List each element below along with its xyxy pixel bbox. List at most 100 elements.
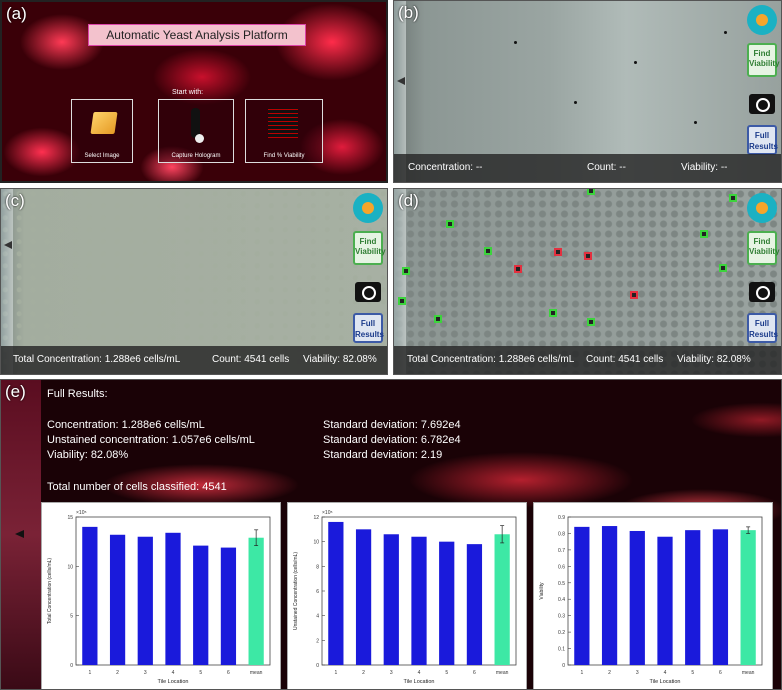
panel-a-home-screen: (a) Automatic Yeast Analysis Platform St… xyxy=(0,0,388,183)
mean-bar xyxy=(494,534,510,665)
grid-icon xyxy=(268,108,298,138)
panel-label: (b) xyxy=(398,3,419,22)
x-tick-label: 2 xyxy=(116,670,119,676)
live-cell-box xyxy=(484,247,492,255)
arrow-marker-icon xyxy=(4,241,12,249)
count-value: Count: -- xyxy=(587,162,626,173)
x-tick-label: mean xyxy=(742,670,755,676)
find-viability-label: Find % Viability xyxy=(263,153,305,159)
mean-bar xyxy=(740,530,756,665)
x-axis-label: Tile Location xyxy=(650,679,681,685)
mean-bar xyxy=(248,537,264,665)
find-viability-side-button[interactable]: Find Viability xyxy=(747,231,780,265)
find-viability-side-button[interactable]: Find Viability xyxy=(353,231,386,265)
bar xyxy=(411,536,427,665)
panel-label: (e) xyxy=(5,382,26,401)
yeast-logo-icon[interactable] xyxy=(353,193,383,223)
y-tick-label: 5 xyxy=(70,614,73,620)
bar xyxy=(328,521,344,665)
panel-label: (c) xyxy=(5,191,25,210)
count-value: Count: 4541 cells xyxy=(212,354,290,365)
capture-hologram-button[interactable]: Capture Hologram xyxy=(158,99,234,163)
unstained-sd: Standard deviation: 6.782e4 xyxy=(323,434,461,446)
status-bar: Concentration: -- Count: -- Viability: -… xyxy=(394,154,781,182)
bar xyxy=(712,529,729,665)
arrow-marker-icon xyxy=(397,77,405,85)
x-tick-label: mean xyxy=(250,670,263,676)
y-tick-label: 12 xyxy=(313,515,319,521)
concentration-value: Concentration: -- xyxy=(408,162,483,173)
camera-icon[interactable] xyxy=(747,87,777,117)
concentration-value: Total Concentration: 1.288e6 cells/mL xyxy=(13,354,181,365)
live-cell-box xyxy=(587,318,595,326)
live-cell-box xyxy=(700,230,708,238)
arrow-marker-icon xyxy=(15,530,24,538)
chart-unstained-concentration: 0 2 4 6 8 10 12 ×10⁵ 1 2 3 4 5 6 mean Tile Location Unst… xyxy=(287,502,527,689)
x-tick-label: mean xyxy=(496,670,509,676)
viability-value: Viability: 82.08% xyxy=(303,354,377,365)
x-tick-label: 1 xyxy=(580,670,583,676)
app-title: Automatic Yeast Analysis Platform xyxy=(88,24,306,46)
y-tick-label: 0.6 xyxy=(558,564,565,570)
bar-chart: 0 5 10 15×10⁵ 1 2 3 4 5 6 mean Tile Location Total C… xyxy=(47,510,271,685)
bar xyxy=(82,526,98,665)
camera-icon[interactable] xyxy=(353,275,383,305)
y-tick-label: 0.9 xyxy=(558,515,565,521)
live-cell-box xyxy=(398,297,406,305)
viability-sd: Standard deviation: 2.19 xyxy=(323,449,443,461)
bar-chart: 0 0.1 0.2 0.3 0.4 0.5 0.6 0.7 0.8 0.9 1 2 3 4 5 6 mean Ti… xyxy=(539,515,763,685)
panel-label: (a) xyxy=(6,4,27,23)
total-cells-classified: Total number of cells classified: 4541 xyxy=(47,481,227,493)
unstained-result: Unstained concentration: 1.057e6 cells/m… xyxy=(47,434,255,446)
live-cell-box xyxy=(434,315,442,323)
panel-label: (d) xyxy=(398,191,419,210)
capture-hologram-label: Capture Hologram xyxy=(171,153,221,159)
find-viability-side-button[interactable]: Find Viability xyxy=(747,43,780,77)
find-viability-button[interactable]: Find % Viability xyxy=(245,99,323,163)
live-cell-box xyxy=(587,189,595,195)
x-tick-label: 2 xyxy=(608,670,611,676)
x-tick-label: 4 xyxy=(418,670,421,676)
y-tick-label: 0.7 xyxy=(558,548,565,554)
panel-d-viability-classification: (d) Find Viability Full Results Total Conc… xyxy=(393,188,782,375)
count-value: Count: 4541 cells xyxy=(586,354,664,365)
bar xyxy=(165,532,181,665)
camera-icon[interactable] xyxy=(747,275,777,305)
panel-c-cell-detection: (c) Find Viability Full Results Total Conc… xyxy=(0,188,388,375)
x-tick-label: 4 xyxy=(172,670,175,676)
x-axis-label: Tile Location xyxy=(158,679,189,685)
folder-icon xyxy=(90,112,118,134)
y-tick-label: 0 xyxy=(316,663,319,669)
x-axis-label: Tile Location xyxy=(404,679,435,685)
full-results-button[interactable]: Full Results xyxy=(747,125,778,155)
bar-chart: 024681012×10⁵1 2 3 4 5 6 meanTile LocationUnst… xyxy=(293,510,517,685)
y-tick-label: 0.4 xyxy=(558,597,565,603)
concentration-result: Concentration: 1.288e6 cells/mL xyxy=(47,419,205,431)
bar xyxy=(601,526,618,665)
y-axis-label: Viability xyxy=(539,582,545,600)
y-tick-label: 0.5 xyxy=(558,581,565,587)
bar xyxy=(629,530,645,665)
full-results-button[interactable]: Full Results xyxy=(747,313,778,343)
full-results-button[interactable]: Full Results xyxy=(353,313,384,343)
yeast-logo-icon[interactable] xyxy=(747,5,777,35)
yeast-logo-icon[interactable] xyxy=(747,193,777,223)
live-cell-box xyxy=(549,309,557,317)
probe-tip-icon xyxy=(195,134,204,143)
y-tick-label: 15 xyxy=(67,515,73,521)
y-axis-label: Unstained Concentration (cells/mL) xyxy=(293,552,299,630)
bar xyxy=(466,544,483,665)
y-tick-label: 10 xyxy=(67,564,73,570)
live-cell-box xyxy=(446,220,454,228)
dead-cell-box xyxy=(514,265,522,273)
x-tick-label: 1 xyxy=(334,670,337,676)
bar xyxy=(109,534,126,665)
bar xyxy=(383,534,399,665)
live-cell-box xyxy=(402,267,410,275)
x-tick-label: 5 xyxy=(199,670,202,676)
y-tick-label: 4 xyxy=(316,614,319,620)
particle xyxy=(724,31,727,34)
live-cell-box xyxy=(719,264,727,272)
panel-e-full-results: (e) Full Results: Concentration: 1.288e6… xyxy=(0,379,782,690)
select-image-button[interactable]: Select Image xyxy=(71,99,133,163)
